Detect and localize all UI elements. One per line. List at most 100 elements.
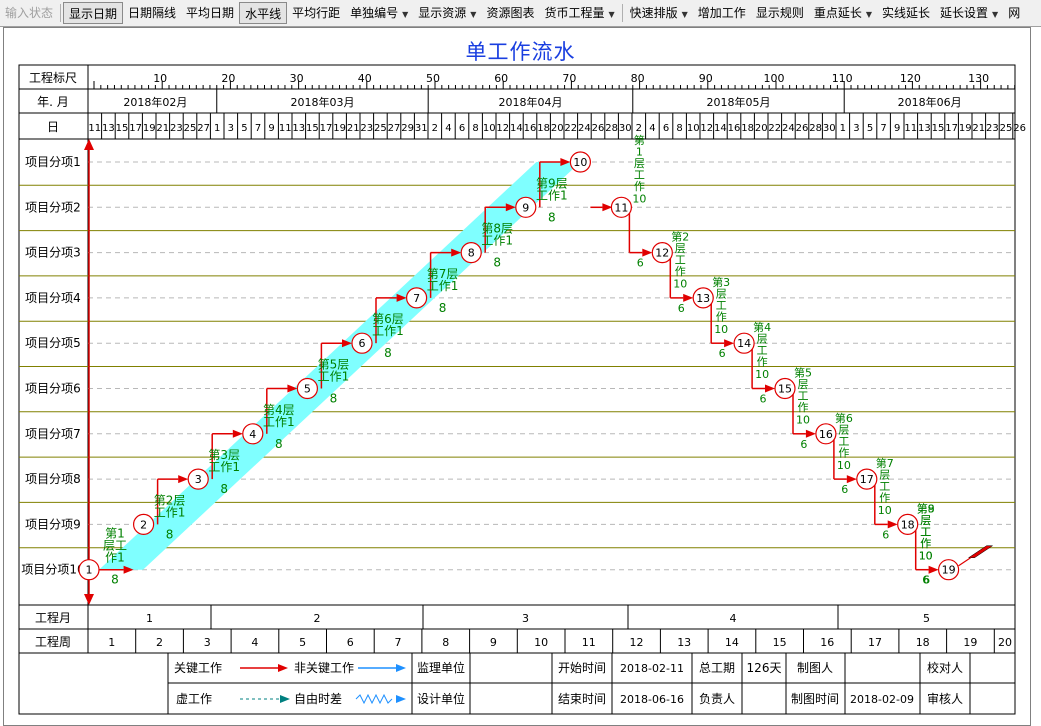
day-label-cell: 25 xyxy=(184,123,197,134)
day-label-cell: 7 xyxy=(255,123,261,134)
day-label-cell: 13 xyxy=(102,123,115,134)
legend-critical-arrow xyxy=(278,664,288,672)
day-label-cell: 5 xyxy=(241,123,247,134)
node-label: 1 xyxy=(86,564,93,577)
work-month-value: 3 xyxy=(522,612,529,625)
day-label-cell: 11 xyxy=(904,123,917,134)
row-label: 项目分项10 xyxy=(21,563,84,577)
critical-work-arrow xyxy=(683,293,694,302)
scale-tick-label: 30 xyxy=(290,72,304,85)
work-week-value: 19 xyxy=(963,636,977,649)
legend-drafter-label: 制图人 xyxy=(797,661,833,675)
day-label-cell: 13 xyxy=(292,123,305,134)
row-label: 项目分项5 xyxy=(25,336,81,350)
day-label-cell: 24 xyxy=(578,123,591,134)
day-label: 日 xyxy=(47,120,59,134)
day-label-cell: 11 xyxy=(279,123,292,134)
critical-work-arrow xyxy=(178,475,189,484)
work-label: 作 xyxy=(634,180,645,193)
work-duration: 8 xyxy=(220,482,228,496)
day-label-cell: 17 xyxy=(129,123,142,134)
work-duration: 10 xyxy=(796,414,810,427)
day-label-cell: 25 xyxy=(1000,123,1013,134)
node-label: 11 xyxy=(614,201,628,214)
node-label: 14 xyxy=(737,337,751,350)
legend-duration-label: 总工期 xyxy=(699,661,735,675)
day-label-cell: 6 xyxy=(663,123,669,134)
work-duration: 8 xyxy=(384,346,392,360)
day-label-cell: 15 xyxy=(306,123,319,134)
day-label-cell: 17 xyxy=(945,123,958,134)
day-label-cell: 27 xyxy=(388,123,401,134)
day-label-cell: 15 xyxy=(932,123,945,134)
day-label-cell: 28 xyxy=(605,123,618,134)
day-label-cell: 2 xyxy=(636,123,642,134)
work-month-value: 2 xyxy=(314,612,321,625)
day-label-cell: 9 xyxy=(268,123,274,134)
day-label-cell: 8 xyxy=(676,123,682,134)
scale-label: 工程标尺 xyxy=(29,70,77,85)
month-label: 2018年04月 xyxy=(498,95,562,109)
scale-tick-label: 70 xyxy=(562,72,576,85)
day-label-cell: 26 xyxy=(1013,123,1026,134)
work-week-value: 2 xyxy=(156,636,163,649)
work-label: 工作1 xyxy=(208,460,240,474)
work-lag: 6 xyxy=(841,483,848,496)
legend-end-value: 2018-06-16 xyxy=(620,693,684,706)
day-label-cell: 3 xyxy=(228,123,234,134)
work-lag: 6 xyxy=(800,438,807,451)
day-label-cell: 4 xyxy=(445,123,451,134)
day-label-cell: 19 xyxy=(959,123,972,134)
day-label-cell: 16 xyxy=(728,123,741,134)
day-label-cell: 22 xyxy=(564,123,577,134)
scale-tick-label: 110 xyxy=(832,72,853,85)
day-label-cell: 12 xyxy=(700,123,713,134)
work-label: 工作1 xyxy=(154,505,186,519)
legend-float-arrow xyxy=(396,695,406,703)
legend-reviewer-label: 审核人 xyxy=(927,691,963,706)
day-label-cell: 10 xyxy=(687,123,700,134)
time-axis-arrow-down xyxy=(84,594,94,605)
critical-work-arrow xyxy=(928,565,939,574)
scale-tick-label: 130 xyxy=(968,72,989,85)
legend-key-work: 关键工作 xyxy=(174,661,222,675)
work-lag: 6 xyxy=(760,393,767,406)
day-label-cell: 20 xyxy=(755,123,768,134)
work-duration: 10 xyxy=(755,368,769,381)
legend-duration-value: 126天 xyxy=(747,661,782,675)
end-flag-pole xyxy=(958,557,971,567)
work-label: 作 xyxy=(838,446,849,459)
work-lag: 6 xyxy=(719,347,726,360)
day-label-cell: 26 xyxy=(796,123,809,134)
work-duration: 8 xyxy=(548,210,556,224)
work-duration: 8 xyxy=(439,301,447,315)
day-label-cell: 13 xyxy=(918,123,931,134)
day-label-cell: 30 xyxy=(823,123,836,134)
work-label: 工作1 xyxy=(427,279,459,293)
work-week-value: 17 xyxy=(868,636,882,649)
work-label: 作 xyxy=(757,356,768,369)
work-month-value: 1 xyxy=(146,612,153,625)
day-label-cell: 17 xyxy=(320,123,333,134)
scale-tick-label: 40 xyxy=(358,72,372,85)
day-label-cell: 2 xyxy=(432,123,438,134)
legend-dummy-work: 虚工作 xyxy=(176,692,212,706)
critical-work-arrow xyxy=(232,429,243,438)
day-label-cell: 22 xyxy=(768,123,781,134)
work-label: 工作1 xyxy=(536,188,568,202)
legend-drawtime-value: 2018-02-09 xyxy=(850,693,914,706)
scale-tick-label: 90 xyxy=(699,72,713,85)
month-label: 2018年03月 xyxy=(290,95,354,109)
critical-work-arrow xyxy=(724,339,735,348)
row-label: 项目分项4 xyxy=(25,291,81,305)
work-week-value: 15 xyxy=(773,636,787,649)
day-label-cell: 21 xyxy=(972,123,985,134)
work-label: 作 xyxy=(879,492,890,505)
day-label-cell: 14 xyxy=(714,123,727,134)
row-label: 项目分项8 xyxy=(25,472,81,486)
day-label-cell: 7 xyxy=(880,123,886,134)
critical-work-arrow xyxy=(846,475,857,484)
work-week-value: 9 xyxy=(490,636,497,649)
day-label-cell: 23 xyxy=(360,123,373,134)
work-duration: 8 xyxy=(275,437,283,451)
